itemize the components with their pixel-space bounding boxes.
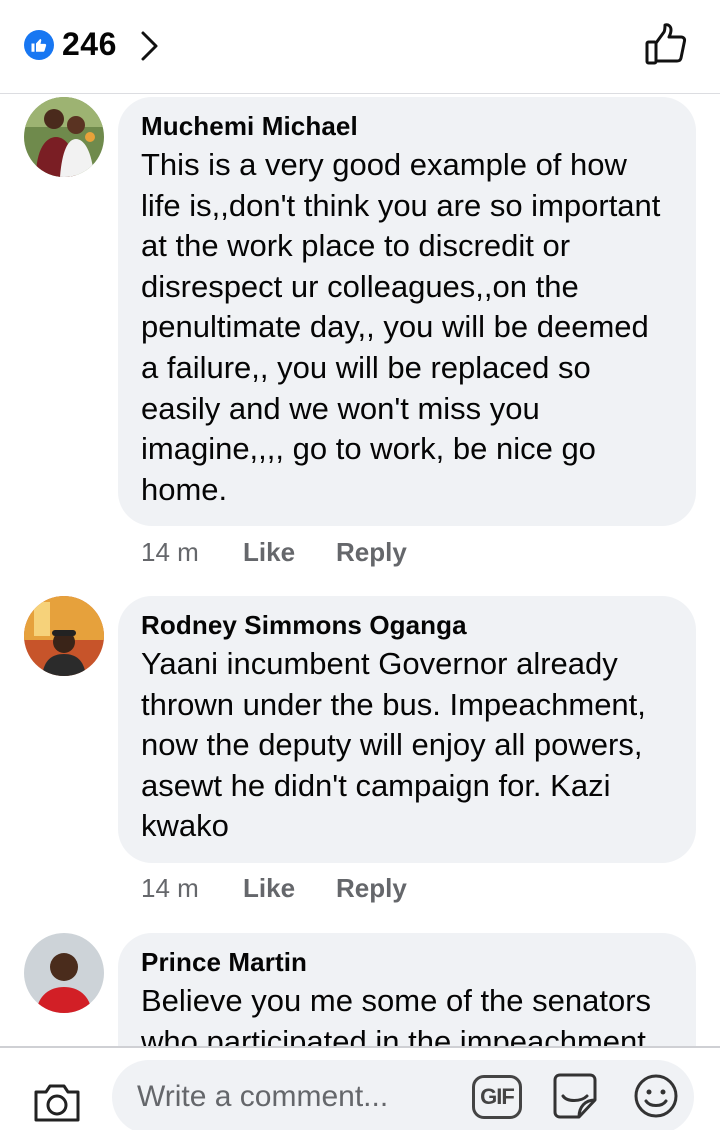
sticker-icon [553,1073,597,1119]
comment-time: 14 m [141,873,199,903]
camera-button[interactable] [32,1080,82,1129]
avatar[interactable] [24,933,104,1013]
comment-like-button[interactable]: Like [243,537,336,568]
reaction-count[interactable]: 246 [62,26,117,63]
comment-text: Yaani incumbent Governor already thrown … [141,646,646,844]
camera-icon [34,1084,80,1122]
comment-bubble[interactable]: Muchemi Michael This is a very good exam… [118,97,696,527]
emoji-button[interactable] [632,1072,680,1125]
avatar[interactable] [24,97,104,177]
comment-bubble[interactable]: Prince Martin Believe you me some of the… [118,933,696,1046]
comment-actions: 14 m Like Reply [141,873,407,904]
comment-actions: 14 m Like Reply [141,537,407,568]
comment-author[interactable]: Prince Martin [141,947,672,977]
sticker-button[interactable] [549,1070,601,1127]
reactions-header: 246 [0,0,720,94]
comment-like-button[interactable]: Like [243,873,336,904]
comment-text: This is a very good example of how life … [141,147,661,507]
smiley-icon [634,1074,678,1118]
comment-bubble[interactable]: Rodney Simmons Oganga Yaani incumbent Go… [118,596,696,863]
avatar[interactable] [24,596,104,676]
comment-input[interactable]: Write a comment... GIF [112,1060,694,1130]
comments-list: Muchemi Michael This is a very good exam… [0,95,720,1046]
comment-author[interactable]: Muchemi Michael [141,111,672,141]
comment-input-placeholder: Write a comment... [137,1080,389,1113]
thumbs-up-icon [645,23,687,65]
gif-button[interactable]: GIF [472,1075,522,1119]
comment-composer: Write a comment... GIF [0,1046,720,1130]
comment-reply-button[interactable]: Reply [336,873,407,904]
chevron-right-icon[interactable] [140,30,160,67]
like-post-button[interactable] [644,22,690,71]
comment-author[interactable]: Rodney Simmons Oganga [141,610,672,640]
comment-reply-button[interactable]: Reply [336,537,407,568]
like-reaction-icon [24,30,54,60]
comment-time: 14 m [141,537,199,567]
comment-text: Believe you me some of the senators who … [141,983,652,1046]
